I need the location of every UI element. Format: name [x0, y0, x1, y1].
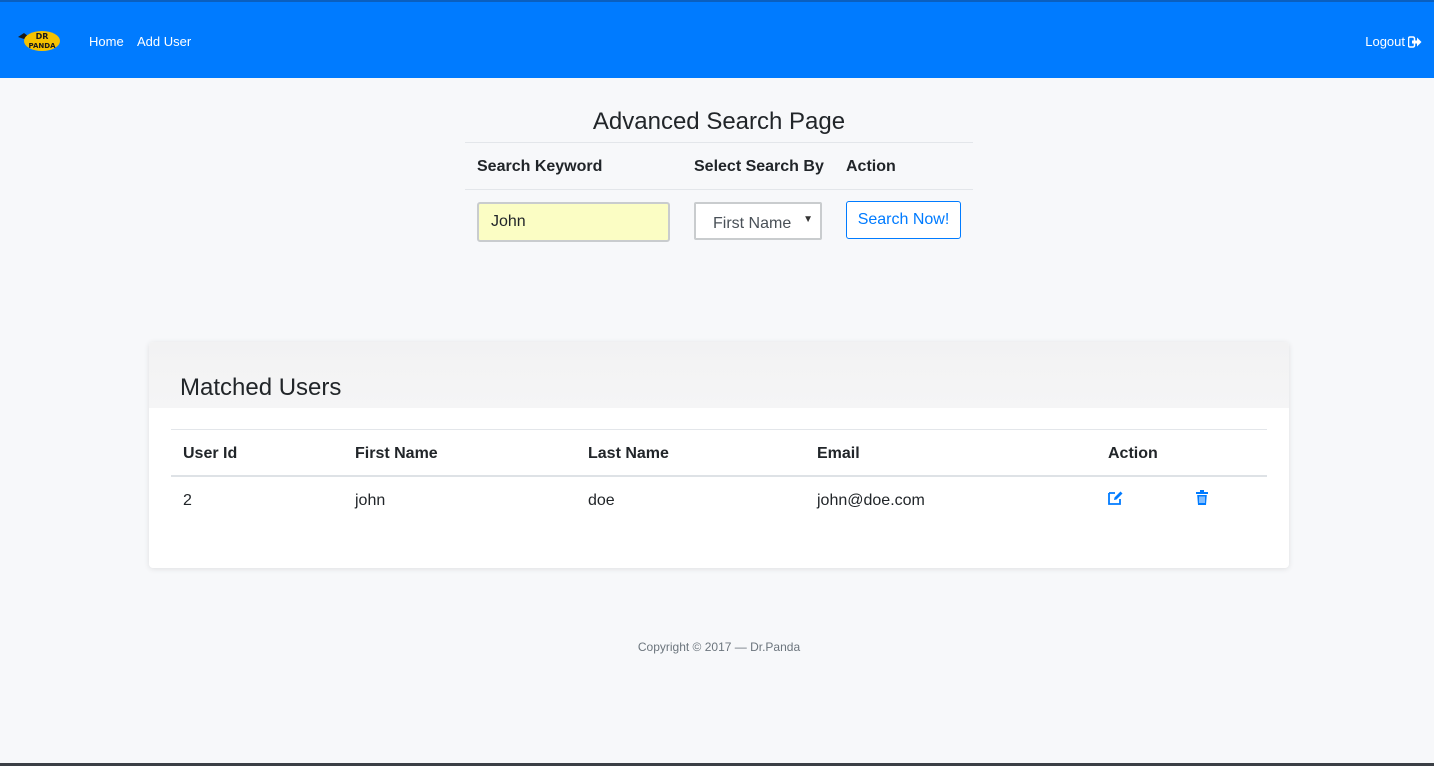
search-action-header: Action	[846, 158, 896, 175]
sign-out-icon	[1408, 35, 1422, 48]
matched-users-title: Matched Users	[180, 374, 342, 401]
column-header-action: Action	[1108, 445, 1158, 462]
table-row: 2 john doe john@doe.com	[171, 477, 1267, 525]
search-now-button[interactable]: Search Now!	[846, 201, 961, 239]
cell-first-name: john	[355, 492, 386, 509]
search-form-row: First Name ▼ Search Now!	[465, 190, 973, 250]
chevron-down-icon: ▼	[803, 214, 813, 225]
footer-copyright: Copyright © 2017 — Dr.Panda	[637, 640, 801, 654]
svg-text:PANDA: PANDA	[29, 42, 57, 50]
search-by-header: Select Search By	[694, 158, 824, 175]
dr-panda-logo[interactable]: DR PANDA	[16, 28, 62, 52]
search-form-table: Search Keyword Select Search By Action F…	[465, 142, 973, 250]
svg-text:DR: DR	[36, 32, 49, 41]
nav-home-link[interactable]: Home	[89, 34, 124, 49]
logout-label: Logout	[1365, 34, 1405, 49]
column-header-email: Email	[817, 445, 860, 462]
card-header: Matched Users	[149, 342, 1289, 408]
column-header-user-id: User Id	[183, 445, 238, 462]
search-by-select[interactable]: First Name ▼	[694, 202, 822, 240]
nav-add-user-link[interactable]: Add User	[137, 34, 191, 49]
edit-icon[interactable]	[1107, 490, 1123, 506]
column-header-first-name: First Name	[355, 445, 438, 462]
trash-icon[interactable]	[1196, 490, 1208, 505]
table-header-row: User Id First Name Last Name Email Actio…	[171, 430, 1267, 477]
search-by-selected-value: First Name	[713, 215, 792, 232]
search-form-header: Search Keyword Select Search By Action	[465, 143, 973, 190]
search-keyword-input[interactable]	[477, 202, 670, 242]
matched-users-card: Matched Users User Id First Name Last Na…	[149, 342, 1289, 568]
search-page-title: Advanced Search Page	[592, 108, 846, 135]
column-header-last-name: Last Name	[588, 445, 669, 462]
logout-link[interactable]: Logout	[1365, 34, 1422, 49]
top-navbar: DR PANDA Home Add User Logout	[0, 0, 1434, 78]
cell-email: john@doe.com	[817, 492, 925, 509]
search-keyword-header: Search Keyword	[477, 158, 603, 175]
matched-users-table: User Id First Name Last Name Email Actio…	[171, 429, 1267, 525]
cell-user-id: 2	[183, 492, 192, 509]
cell-last-name: doe	[588, 492, 615, 509]
